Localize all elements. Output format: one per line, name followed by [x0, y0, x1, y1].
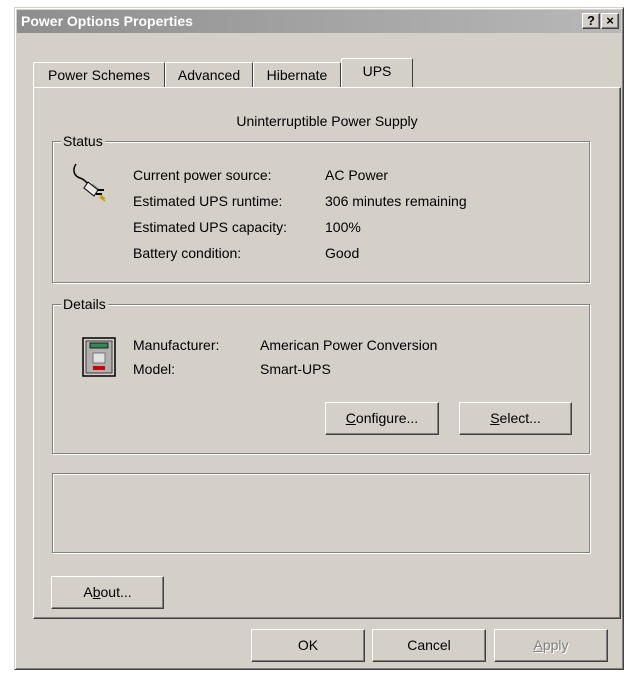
tab-advanced[interactable]: Advanced: [165, 62, 253, 87]
ok-button[interactable]: OK: [251, 629, 365, 662]
configure-rest: onfigure...: [355, 410, 419, 426]
tab-ups[interactable]: UPS: [341, 58, 413, 87]
status-group: Status Current power source: AC Power Es…: [52, 132, 590, 283]
status-value-runtime: 306 minutes remaining: [325, 193, 467, 209]
tab-hibernate[interactable]: Hibernate: [253, 62, 341, 87]
about-mnemonic: b: [92, 584, 101, 600]
details-value-manufacturer: American Power Conversion: [260, 337, 438, 353]
details-legend: Details: [61, 295, 108, 313]
tab-label: Hibernate: [266, 67, 328, 83]
tab-power-schemes[interactable]: Power Schemes: [33, 62, 165, 87]
tab-label: Power Schemes: [48, 67, 150, 83]
ups-device-icon: [82, 337, 116, 377]
about-prefix: A: [83, 584, 93, 600]
configure-mnemonic: C: [345, 410, 356, 426]
status-label-capacity: Estimated UPS capacity:: [133, 219, 288, 235]
about-button[interactable]: About...: [51, 576, 164, 609]
select-button[interactable]: Select...: [459, 402, 572, 435]
help-icon: ?: [587, 13, 595, 28]
status-label-runtime: Estimated UPS runtime:: [133, 193, 283, 209]
empty-info-area: [52, 473, 590, 553]
select-mnemonic: S: [490, 410, 500, 426]
ups-tab-panel: Uninterruptible Power Supply Status Curr…: [33, 87, 621, 619]
tab-label: Advanced: [177, 67, 241, 83]
panel-heading: Uninterruptible Power Supply: [236, 113, 418, 129]
details-label-model: Model:: [133, 361, 176, 377]
power-options-dialog: Power Options Properties ? × Power Schem…: [14, 7, 624, 670]
power-plug-icon: [70, 162, 110, 202]
status-value-battery: Good: [325, 245, 360, 261]
cancel-button[interactable]: Cancel: [372, 629, 486, 662]
about-rest: out...: [100, 584, 132, 600]
status-value-capacity: 100%: [325, 219, 361, 235]
apply-rest: pply: [542, 637, 569, 653]
status-label-battery: Battery condition:: [133, 245, 242, 261]
select-rest: elect...: [499, 410, 541, 426]
details-label-manufacturer: Manufacturer:: [133, 337, 220, 353]
status-value-source: AC Power: [325, 167, 389, 183]
title-bar: Power Options Properties ? ×: [17, 10, 621, 33]
tab-label: UPS: [362, 63, 392, 79]
status-label-source: Current power source:: [133, 167, 272, 183]
close-button[interactable]: ×: [601, 13, 619, 29]
close-icon: ×: [606, 13, 614, 28]
window-title: Power Options Properties: [21, 13, 193, 29]
help-button[interactable]: ?: [582, 13, 600, 29]
details-value-model: Smart-UPS: [260, 361, 331, 377]
configure-button[interactable]: Configure...: [325, 402, 439, 435]
apply-button[interactable]: Apply: [494, 629, 608, 662]
details-group: Details Manufacturer: American Power Con…: [52, 295, 590, 454]
apply-mnemonic: A: [533, 637, 543, 653]
status-legend: Status: [61, 132, 105, 150]
